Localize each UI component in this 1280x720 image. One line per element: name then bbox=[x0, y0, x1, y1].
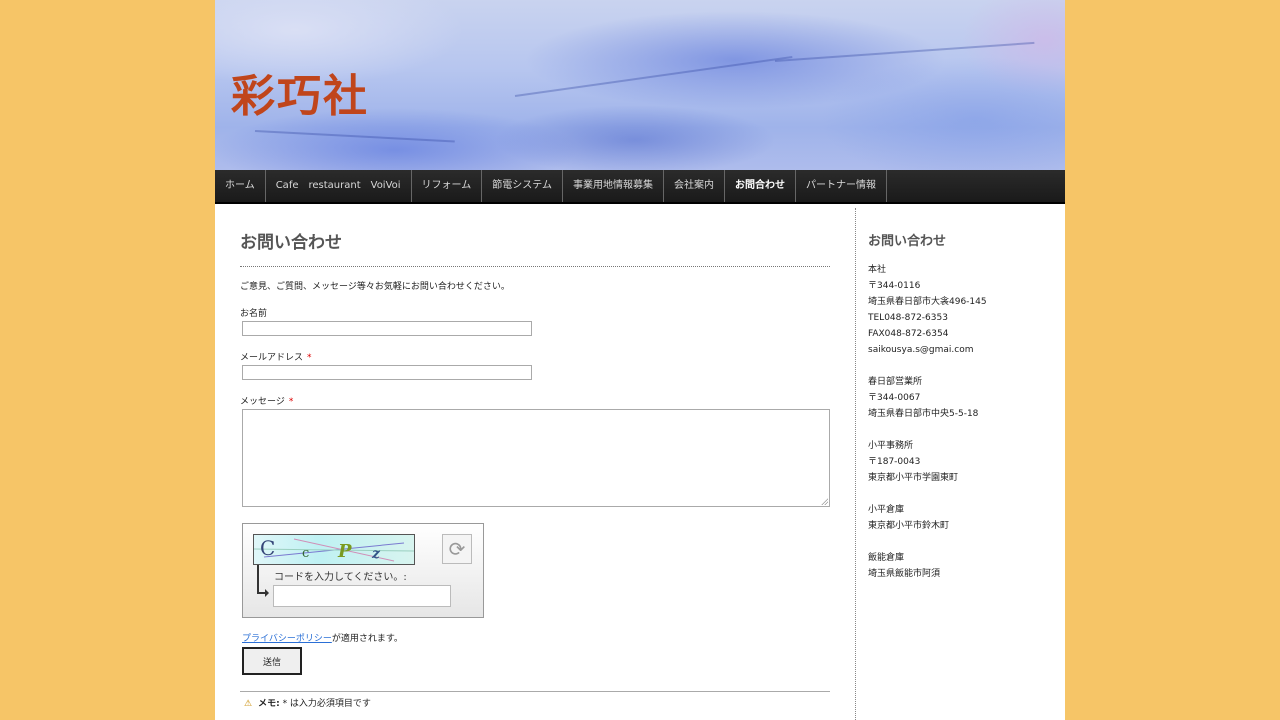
sidebar-line bbox=[868, 486, 1058, 502]
sidebar-line bbox=[868, 422, 1058, 438]
sidebar-line bbox=[868, 534, 1058, 550]
sidebar-line: TEL048-872-6353 bbox=[868, 313, 948, 323]
required-mark: * bbox=[307, 353, 312, 363]
page-title: お問い合わせ bbox=[240, 228, 830, 267]
submit-button[interactable]: 送信 bbox=[242, 647, 302, 675]
site-logo[interactable]: 彩巧社 bbox=[231, 60, 369, 124]
captcha-label: コードを入力してください。: bbox=[274, 572, 407, 583]
captcha-char: c bbox=[302, 546, 309, 561]
memo-note: ⚠ メモ: * は入力必須項目です bbox=[240, 691, 830, 709]
message-label-text: メッセージ bbox=[240, 397, 285, 407]
sidebar-line: 埼玉県春日部市中央5-5-18 bbox=[868, 409, 979, 419]
name-label-text: お名前 bbox=[240, 309, 268, 319]
memo-label: メモ: bbox=[258, 699, 280, 709]
sidebar-line: FAX048-872-6354 bbox=[868, 329, 949, 339]
sidebar-title: お問い合わせ bbox=[868, 234, 947, 249]
nav-item-power-saving[interactable]: 節電システム bbox=[482, 170, 563, 202]
intro-text: ご意見、ご質問、メッセージ等々お気軽にお問い合わせください。 bbox=[240, 282, 510, 292]
sidebar-line: 東京都小平市鈴木町 bbox=[868, 521, 950, 531]
privacy-note: プライバシーポリシーが適用されます。 bbox=[242, 631, 830, 644]
main-content: お問い合わせ ご意見、ご質問、メッセージ等々お気軽にお問い合わせください。 お名… bbox=[240, 228, 830, 709]
captcha-input[interactable] bbox=[273, 585, 451, 607]
captcha-char: P bbox=[337, 541, 352, 562]
nav-item-reform[interactable]: リフォーム bbox=[412, 170, 483, 202]
sidebar-line: 〒344-0116 bbox=[868, 281, 921, 291]
nav-item-home[interactable]: ホーム bbox=[215, 170, 266, 202]
nav-item-cafe[interactable]: Cafe restaurant VoiVoi bbox=[266, 170, 412, 202]
captcha-image: C c P z bbox=[253, 534, 415, 565]
captcha-box: C c P z ⟳ コードを入力してください。: bbox=[242, 523, 484, 618]
sidebar-line: 埼玉県飯能市阿須 bbox=[868, 569, 941, 579]
memo-text: * は入力必須項目です bbox=[282, 699, 371, 709]
sidebar-line: 飯能倉庫 bbox=[868, 553, 905, 563]
nav-item-partners[interactable]: パートナー情報 bbox=[796, 170, 887, 202]
sidebar-line: 東京都小平市学園東町 bbox=[868, 473, 959, 483]
page-container: 彩巧社 ホーム Cafe restaurant VoiVoi リフォーム 節電シ… bbox=[215, 0, 1065, 720]
message-label: メッセージ * bbox=[240, 394, 830, 407]
sidebar-address-list: 本社〒344-0116 埼玉県春日部市大衾496-145 TEL048-872-63… bbox=[868, 262, 1058, 582]
warning-icon: ⚠ bbox=[244, 699, 253, 709]
captcha-distortion: C c P z bbox=[254, 536, 414, 562]
resize-grip-icon[interactable] bbox=[821, 498, 828, 505]
sidebar-line: 小平事務所 bbox=[868, 441, 914, 451]
privacy-policy-link[interactable]: プライバシーポリシー bbox=[242, 634, 332, 644]
required-mark: * bbox=[288, 397, 294, 407]
refresh-captcha-icon[interactable]: ⟳ bbox=[442, 534, 472, 564]
arrow-down-right-icon bbox=[257, 565, 269, 597]
sidebar-line: 〒344-0067 bbox=[868, 393, 921, 403]
sidebar-line: 小平倉庫 bbox=[868, 505, 905, 515]
name-input[interactable] bbox=[242, 321, 532, 336]
email-input[interactable] bbox=[242, 365, 532, 380]
main-nav: ホーム Cafe restaurant VoiVoi リフォーム 節電システム … bbox=[215, 170, 1065, 204]
sidebar-line bbox=[868, 358, 1058, 374]
nav-item-land-info[interactable]: 事業用地情報募集 bbox=[563, 170, 664, 202]
email-label: メールアドレス * bbox=[240, 350, 830, 363]
captcha-char: C bbox=[260, 536, 275, 560]
column-divider bbox=[855, 208, 856, 720]
sidebar-line: 本社 bbox=[868, 265, 887, 275]
name-label: お名前 bbox=[240, 306, 830, 319]
sidebar: お問い合わせ 本社〒344-0116 埼玉県春日部市大衾496-145 TEL048… bbox=[868, 230, 1058, 582]
header-banner: 彩巧社 bbox=[215, 0, 1065, 170]
email-label-text: メールアドレス bbox=[240, 353, 304, 363]
sidebar-line: saikousya.s@gmai.com bbox=[868, 345, 974, 355]
nav-item-company[interactable]: 会社案内 bbox=[664, 170, 725, 202]
message-textarea[interactable] bbox=[242, 409, 830, 507]
sidebar-line: 埼玉県春日部市大衾496-145 bbox=[868, 297, 987, 307]
sidebar-line: 〒187-0043 bbox=[868, 457, 921, 467]
nav-item-contact[interactable]: お問合わせ bbox=[725, 170, 796, 202]
privacy-suffix: が適用されます。 bbox=[331, 634, 403, 644]
captcha-char: z bbox=[371, 546, 381, 562]
sidebar-line: 春日部営業所 bbox=[868, 377, 923, 387]
